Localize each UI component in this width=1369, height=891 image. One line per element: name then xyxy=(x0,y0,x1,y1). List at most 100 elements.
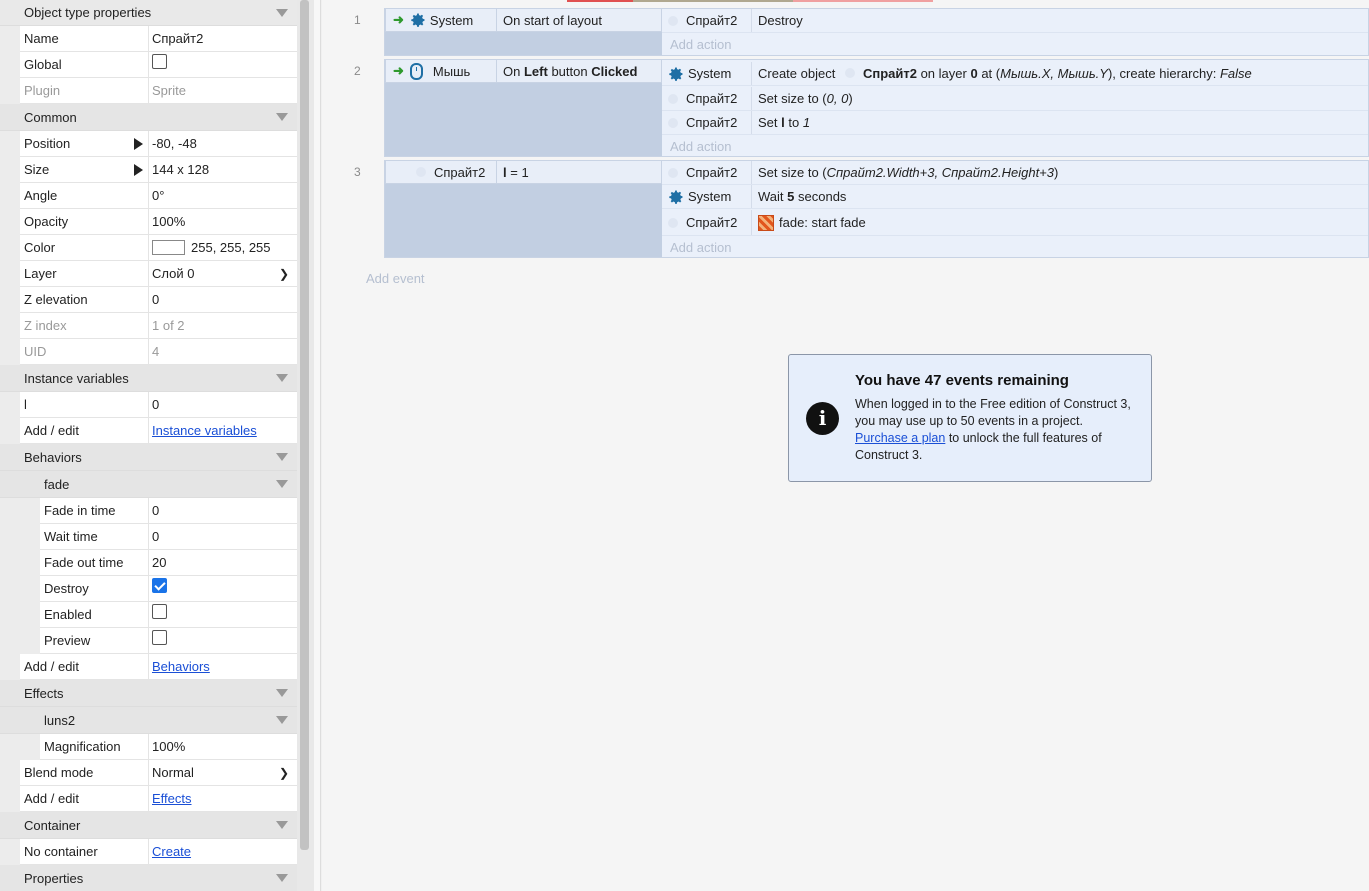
trigger-arrow-icon: ➜ xyxy=(393,12,404,27)
prop-uid: UID 4 xyxy=(0,339,297,365)
prop-add-edit-effects: Add / edit Effects xyxy=(0,786,297,812)
action-row[interactable]: Спрайт2 fade: start fade xyxy=(662,210,1368,236)
chevron-down-icon: ❯ xyxy=(278,766,289,780)
prop-destroy[interactable]: Destroy xyxy=(0,576,297,602)
events-remaining-notice: i You have 47 events remaining When logg… xyxy=(788,354,1152,482)
collapse-triangle-icon[interactable] xyxy=(276,374,288,382)
event-block-1[interactable]: ➜ System On start of layout Спрайт2 Dest… xyxy=(384,8,1369,56)
collapse-triangle-icon[interactable] xyxy=(276,9,288,17)
prop-add-edit-instvars: Add / edit Instance variables xyxy=(0,418,297,444)
add-action-link[interactable]: Add action xyxy=(670,240,731,255)
notice-title: You have 47 events remaining xyxy=(855,372,1069,389)
prop-no-container: No container Create xyxy=(0,839,297,865)
event-number: 3 xyxy=(354,165,361,179)
prop-global[interactable]: Global xyxy=(0,52,297,78)
behaviors-link[interactable]: Behaviors xyxy=(152,659,210,674)
event-number: 1 xyxy=(354,13,361,27)
properties-scrollbar[interactable] xyxy=(297,0,314,891)
event-number: 2 xyxy=(354,64,361,78)
properties-panel: Object type properties Name Спрайт2 Globa… xyxy=(0,0,297,891)
object-icon xyxy=(668,93,678,104)
action-row[interactable]: Спрайт2 Set size to (Спрайт2.Width+3, Сп… xyxy=(662,161,1368,185)
scrollbar-thumb[interactable] xyxy=(300,0,309,850)
fade-behavior-icon xyxy=(758,214,774,231)
condition-row[interactable]: Спрайт2 l = 1 xyxy=(385,160,662,184)
trigger-arrow-icon: ➜ xyxy=(393,63,404,78)
prop-size[interactable]: Size 144 x 128 xyxy=(0,157,297,183)
action-row[interactable]: Спрайт2 Set size to (0, 0) xyxy=(662,87,1368,111)
prop-magnification[interactable]: Magnification 100% xyxy=(0,734,297,760)
action-row[interactable]: System Wait 5 seconds xyxy=(662,185,1368,209)
chevron-down-icon: ❯ xyxy=(278,267,289,281)
section-luns2[interactable]: luns2 xyxy=(0,707,297,734)
blend-mode-select[interactable]: Normal ❯ xyxy=(152,760,293,785)
prop-enabled[interactable]: Enabled xyxy=(0,602,297,628)
global-checkbox[interactable] xyxy=(152,54,167,69)
object-icon xyxy=(668,117,678,128)
object-icon xyxy=(668,217,678,228)
prop-z-index: Z index 1 of 2 xyxy=(0,313,297,339)
prop-angle[interactable]: Angle 0° xyxy=(0,183,297,209)
section-behaviors[interactable]: Behaviors xyxy=(0,444,297,471)
object-icon xyxy=(844,68,855,78)
event-block-3[interactable]: Спрайт2 l = 1 Спрайт2 Set size to (Спрай… xyxy=(384,160,1369,258)
collapse-triangle-icon[interactable] xyxy=(276,453,288,461)
prop-color[interactable]: Color 255, 255, 255 xyxy=(0,235,297,261)
effects-link[interactable]: Effects xyxy=(152,791,192,806)
section-common[interactable]: Common xyxy=(0,104,297,131)
add-event-link[interactable]: Add event xyxy=(366,271,425,286)
prop-opacity[interactable]: Opacity 100% xyxy=(0,209,297,235)
prop-fade-out-time[interactable]: Fade out time 20 xyxy=(0,550,297,576)
actions-column: Спрайт2 Destroy Add action xyxy=(662,9,1368,55)
add-action-link[interactable]: Add action xyxy=(670,139,731,154)
top-color-strip xyxy=(567,0,933,2)
destroy-checkbox[interactable] xyxy=(152,578,167,593)
expand-arrow-icon[interactable] xyxy=(134,138,143,150)
event-block-2[interactable]: ➜ Мышь On Left button Clicked System Cre… xyxy=(384,59,1369,157)
gear-icon xyxy=(669,190,683,204)
color-swatch[interactable] xyxy=(152,240,185,255)
layer-select[interactable]: Слой 0 ❯ xyxy=(152,261,293,286)
prop-position[interactable]: Position -80, -48 xyxy=(0,131,297,157)
enabled-checkbox[interactable] xyxy=(152,604,167,619)
name-value[interactable]: Спрайт2 xyxy=(152,26,293,51)
object-icon xyxy=(416,167,426,177)
section-object-type-properties[interactable]: Object type properties xyxy=(0,0,297,26)
collapse-triangle-icon[interactable] xyxy=(276,480,288,488)
collapse-triangle-icon[interactable] xyxy=(276,821,288,829)
prop-preview[interactable]: Preview xyxy=(0,628,297,654)
collapse-triangle-icon[interactable] xyxy=(276,113,288,121)
section-instance-variables[interactable]: Instance variables xyxy=(0,365,297,392)
condition-row[interactable]: ➜ System On start of layout xyxy=(385,8,662,32)
gear-icon xyxy=(669,67,683,81)
prop-layer[interactable]: Layer Слой 0 ❯ xyxy=(0,261,297,287)
action-row[interactable]: System Create object Спрайт2 on layer 0 … xyxy=(662,62,1368,86)
collapse-triangle-icon[interactable] xyxy=(276,716,288,724)
section-container[interactable]: Container xyxy=(0,812,297,839)
condition-row[interactable]: ➜ Мышь On Left button Clicked xyxy=(385,59,662,83)
section-effects[interactable]: Effects xyxy=(0,680,297,707)
prop-blend-mode[interactable]: Blend mode Normal ❯ xyxy=(0,760,297,786)
section-properties[interactable]: Properties xyxy=(0,865,297,891)
action-row[interactable]: Спрайт2 Set l to 1 xyxy=(662,111,1368,135)
purchase-plan-link[interactable]: Purchase a plan xyxy=(855,431,945,445)
instance-variables-link[interactable]: Instance variables xyxy=(152,423,257,438)
object-icon xyxy=(668,167,678,178)
expand-arrow-icon[interactable] xyxy=(134,164,143,176)
prop-name[interactable]: Name Спрайт2 xyxy=(0,26,297,52)
panel-divider[interactable] xyxy=(314,0,321,891)
prop-wait-time[interactable]: Wait time 0 xyxy=(0,524,297,550)
gear-icon xyxy=(411,13,425,27)
create-container-link[interactable]: Create xyxy=(152,844,191,859)
preview-checkbox[interactable] xyxy=(152,630,167,645)
collapse-triangle-icon[interactable] xyxy=(276,689,288,697)
add-action-link[interactable]: Add action xyxy=(670,37,731,52)
notice-body: When logged in to the Free edition of Co… xyxy=(855,397,1131,462)
prop-z-elevation[interactable]: Z elevation 0 xyxy=(0,287,297,313)
action-row[interactable]: Спрайт2 Destroy xyxy=(662,9,1368,33)
prop-var-l[interactable]: l0 xyxy=(0,392,297,418)
section-fade[interactable]: fade xyxy=(0,471,297,498)
actions-column: System Create object Спрайт2 on layer 0 … xyxy=(662,60,1368,156)
collapse-triangle-icon[interactable] xyxy=(276,874,288,882)
prop-fade-in-time[interactable]: Fade in time 0 xyxy=(0,498,297,524)
